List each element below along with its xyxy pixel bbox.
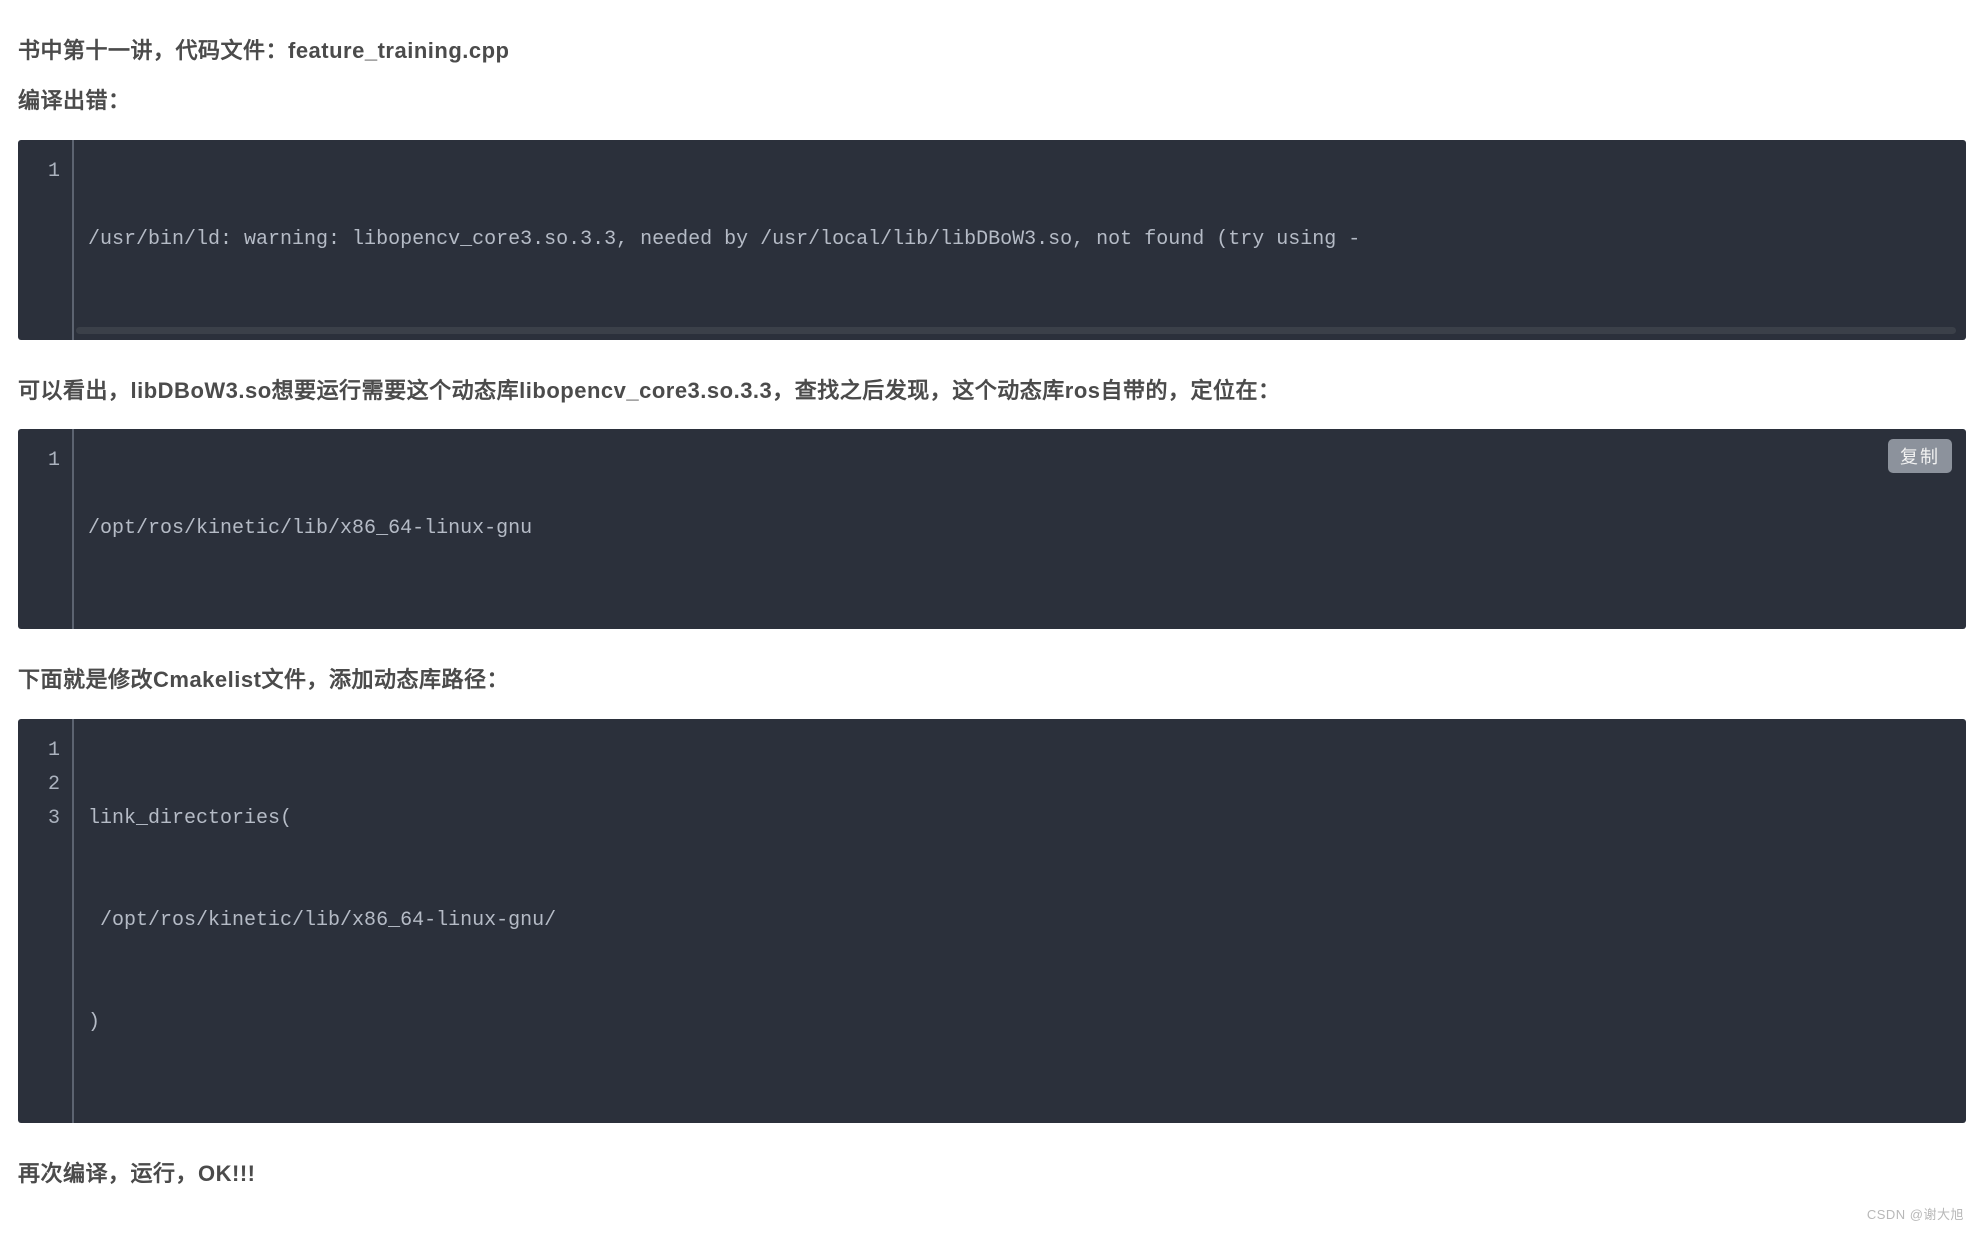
code-line: link_directories(: [88, 802, 1952, 836]
code-block-1: 1 /usr/bin/ld: warning: libopencv_core3.…: [18, 140, 1966, 340]
code-line: /opt/ros/kinetic/lib/x86_64-linux-gnu/: [88, 904, 1952, 938]
code-gutter: 1: [18, 140, 74, 340]
code-line: /opt/ros/kinetic/lib/x86_64-linux-gnu: [88, 512, 1952, 546]
code-gutter: 1: [18, 429, 74, 629]
code-line: ): [88, 1006, 1952, 1040]
paragraph-line-2: 编译出错：: [18, 80, 1966, 122]
line-number: 1: [48, 444, 60, 478]
code-block-3: 1 2 3 link_directories( /opt/ros/kinetic…: [18, 719, 1966, 1123]
code-block-2: 1 /opt/ros/kinetic/lib/x86_64-linux-gnu …: [18, 429, 1966, 629]
copy-button[interactable]: 复制: [1888, 439, 1952, 473]
code-content: link_directories( /opt/ros/kinetic/lib/x…: [74, 719, 1966, 1123]
line-number: 1: [48, 155, 60, 189]
paragraph-2: 可以看出，libDBoW3.so想要运行需要这个动态库libopencv_cor…: [18, 370, 1966, 412]
watermark: CSDN @谢大旭: [1867, 1204, 1964, 1223]
code-content: /opt/ros/kinetic/lib/x86_64-linux-gnu: [74, 429, 1966, 629]
code-line: /usr/bin/ld: warning: libopencv_core3.so…: [88, 223, 1952, 257]
code-gutter: 1 2 3: [18, 719, 74, 1123]
paragraph-3: 下面就是修改Cmakelist文件，添加动态库路径：: [18, 659, 1966, 701]
code-content: /usr/bin/ld: warning: libopencv_core3.so…: [74, 140, 1966, 340]
paragraph-line-1: 书中第十一讲，代码文件：feature_training.cpp: [18, 30, 1966, 72]
line-number: 3: [48, 802, 60, 836]
line-number: 1: [48, 734, 60, 768]
line-number: 2: [48, 768, 60, 802]
paragraph-4: 再次编译，运行，OK!!!: [18, 1153, 1966, 1195]
